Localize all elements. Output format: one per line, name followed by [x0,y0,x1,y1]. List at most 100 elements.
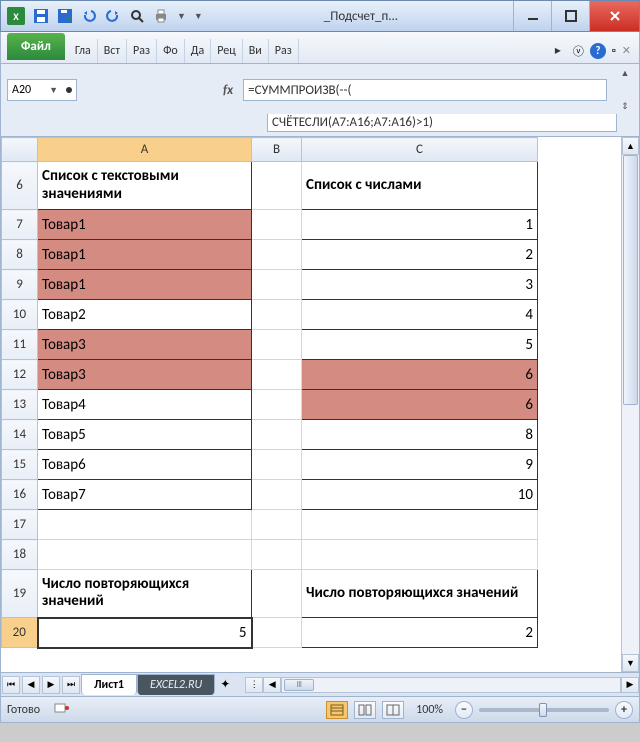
name-box-dropdown-icon[interactable]: ▼ [49,85,58,96]
row-header-13[interactable]: 13 [2,390,38,420]
cells-table[interactable]: ABC6Список с текстовыми значениямиСписок… [1,137,538,649]
cell-B12[interactable] [252,360,302,390]
macro-record-icon[interactable] [54,701,70,719]
cell-A18[interactable] [38,540,252,570]
save-icon[interactable] [33,8,49,24]
row-header-8[interactable]: 8 [2,240,38,270]
col-header-B[interactable]: B [252,138,302,162]
cell-C6[interactable]: Список с числами [302,162,538,210]
ribbon-tab-0[interactable]: Гла [69,39,98,63]
cell-C13[interactable]: 6 [302,390,538,420]
qat-dropdown2-icon[interactable]: ▼ [194,11,203,22]
row-header-14[interactable]: 14 [2,420,38,450]
sheet-nav-first[interactable]: ⏮ [2,676,20,694]
cell-A15[interactable]: Товар6 [38,450,252,480]
hscroll-split[interactable]: ⋮ [245,677,263,693]
cell-A17[interactable] [38,510,252,540]
cell-B13[interactable] [252,390,302,420]
formula-expand-icon[interactable]: ⇕ [617,101,633,112]
qat-dropdown-icon[interactable]: ▼ [177,11,186,22]
redo-icon[interactable] [105,8,121,24]
cell-C17[interactable] [302,510,538,540]
ribbon-tab-2[interactable]: Раз [127,39,157,63]
cell-A11[interactable]: Товар3 [38,330,252,360]
cell-C20[interactable]: 2 [302,618,538,648]
minimize-button[interactable] [513,1,551,31]
sheet-nav-last[interactable]: ⏭ [62,676,80,694]
close-button[interactable] [589,1,639,31]
view-normal-button[interactable] [326,701,348,719]
row-header-9[interactable]: 9 [2,270,38,300]
zoom-slider[interactable] [479,708,609,712]
cell-B14[interactable] [252,420,302,450]
cell-B15[interactable] [252,450,302,480]
scroll-thumb[interactable] [623,155,638,405]
cell-B17[interactable] [252,510,302,540]
zoom-out-button[interactable]: − [455,701,473,719]
ribbon-tab-1[interactable]: Вст [98,39,127,63]
cell-C8[interactable]: 2 [302,240,538,270]
cell-B8[interactable] [252,240,302,270]
formula-expand[interactable]: ▲ ⇕ [617,68,633,112]
cell-A9[interactable]: Товар1 [38,270,252,300]
scroll-track[interactable] [622,155,639,654]
cell-C10[interactable]: 4 [302,300,538,330]
cell-C18[interactable] [302,540,538,570]
cell-C19[interactable]: Число повторяющихся значений [302,570,538,618]
row-header-7[interactable]: 7 [2,210,38,240]
cell-A8[interactable]: Товар1 [38,240,252,270]
cell-B20[interactable] [252,618,302,648]
row-header-12[interactable]: 12 [2,360,38,390]
hscroll-track[interactable]: Ⅲ [281,677,621,693]
hscroll-thumb[interactable]: Ⅲ [284,679,314,691]
scroll-down-button[interactable]: ▼ [622,654,639,672]
ribbon-tab-6[interactable]: Ви [243,39,269,63]
cell-C12[interactable]: 6 [302,360,538,390]
cell-B18[interactable] [252,540,302,570]
scroll-up-button[interactable]: ▲ [622,137,639,155]
cell-B16[interactable] [252,480,302,510]
formula-collapse-icon[interactable]: ▲ [617,68,633,79]
row-header-6[interactable]: 6 [2,162,38,210]
ribbon-tab-7[interactable]: Раз [269,39,299,63]
doc-restore-icon[interactable]: ▫ [612,44,616,57]
cell-C7[interactable]: 1 [302,210,538,240]
view-layout-button[interactable] [354,701,376,719]
doc-close-icon[interactable]: ✕ [622,44,631,57]
new-sheet-icon[interactable]: ✦ [215,677,235,692]
cell-A14[interactable]: Товар5 [38,420,252,450]
row-header-17[interactable]: 17 [2,510,38,540]
horizontal-scrollbar[interactable]: ⋮ ◀ Ⅲ ▶ [245,677,639,693]
col-header-A[interactable]: A [38,138,252,162]
cell-C15[interactable]: 9 [302,450,538,480]
zoom-in-button[interactable]: + [615,701,633,719]
row-header-19[interactable]: 19 [2,570,38,618]
row-header-20[interactable]: 20 [2,618,38,648]
cell-C9[interactable]: 3 [302,270,538,300]
formula-input[interactable]: =СУММПРОИЗВ(--( [243,79,607,101]
cell-B11[interactable] [252,330,302,360]
ribbon-overflow[interactable]: ▸ [549,38,567,63]
row-header-16[interactable]: 16 [2,480,38,510]
hscroll-right-button[interactable]: ▶ [621,677,639,693]
cell-C11[interactable]: 5 [302,330,538,360]
row-header-10[interactable]: 10 [2,300,38,330]
row-header-18[interactable]: 18 [2,540,38,570]
cell-A13[interactable]: Товар4 [38,390,252,420]
sheet-nav-prev[interactable]: ◀ [22,676,40,694]
col-header-C[interactable]: C [302,138,538,162]
cell-B19[interactable] [252,570,302,618]
row-header-11[interactable]: 11 [2,330,38,360]
ribbon-tab-5[interactable]: Рец [211,39,243,63]
cell-C16[interactable]: 10 [302,480,538,510]
cell-A20[interactable]: 5 [38,618,252,648]
print-preview-icon[interactable] [129,8,145,24]
file-tab[interactable]: Файл [7,33,65,60]
cell-A19[interactable]: Число повторяющихся значений [38,570,252,618]
print-icon[interactable] [153,8,169,24]
help-icon[interactable]: ? [590,43,606,59]
ribbon-tab-3[interactable]: Фо [157,39,185,63]
sheet-tab-other[interactable]: EXCEL2.RU [137,674,215,695]
row-header-15[interactable]: 15 [2,450,38,480]
maximize-button[interactable] [551,1,589,31]
